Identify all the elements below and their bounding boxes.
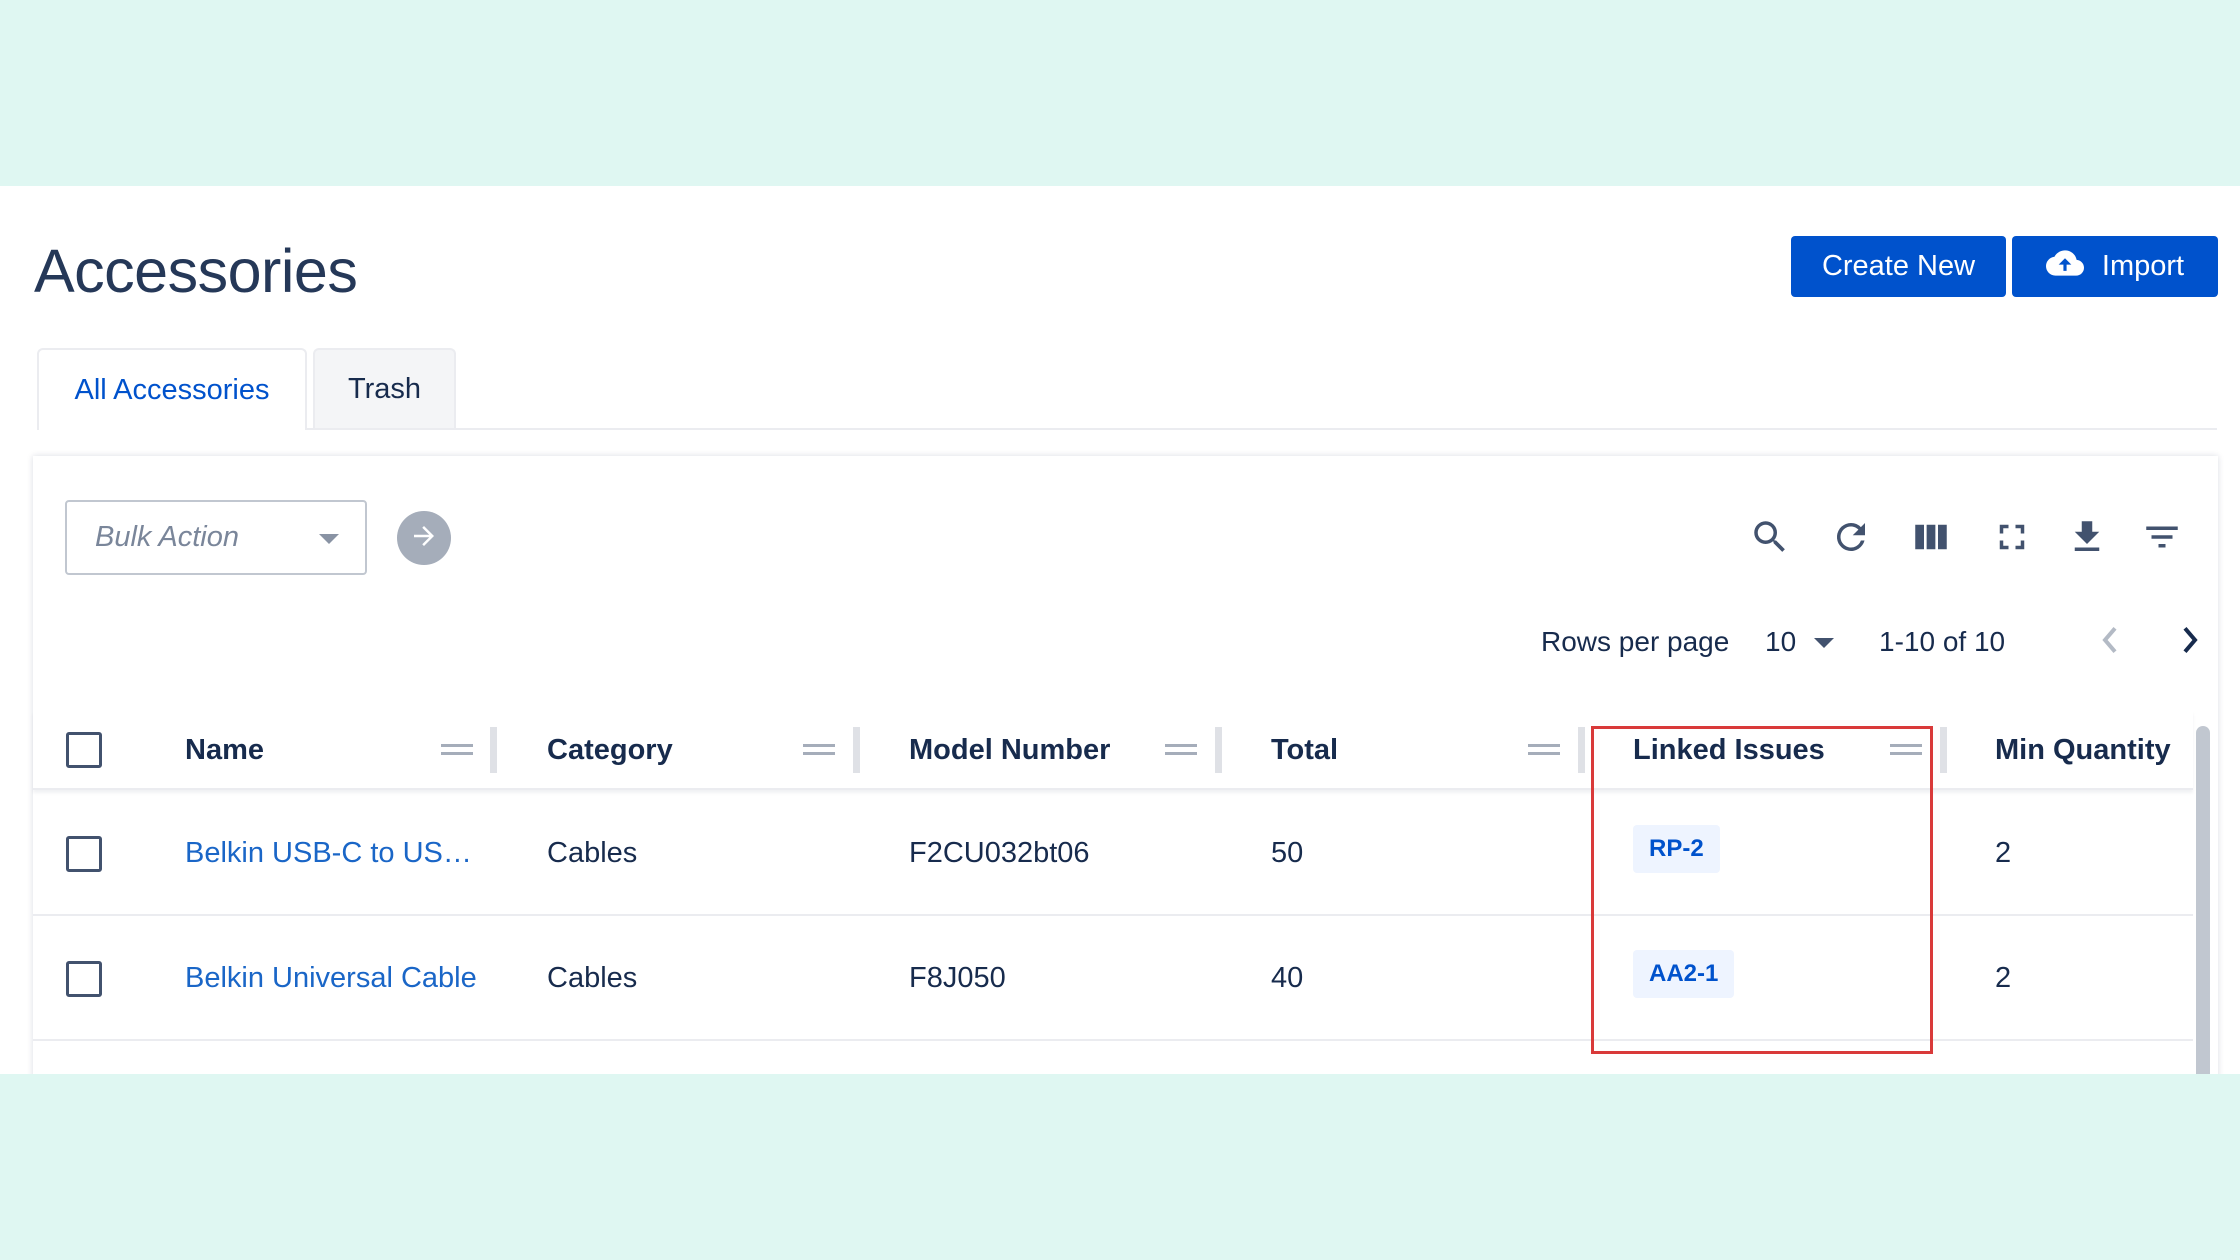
columns-icon[interactable] [1910, 516, 1952, 558]
create-new-label: Create New [1821, 250, 1976, 282]
download-icon[interactable] [2066, 516, 2108, 558]
drag-handle-icon[interactable] [441, 744, 473, 756]
table-card: Bulk Action Rows per page 10 1-10 of 10 … [33, 456, 2218, 1106]
bulk-action-placeholder: Bulk Action [95, 521, 239, 553]
accessory-name-link[interactable]: Belkin Universal Cable [185, 916, 477, 1041]
import-button[interactable]: Import [2012, 236, 2218, 297]
model-number-cell: F8J050 [909, 962, 1006, 994]
total-cell: 50 [1271, 837, 1304, 869]
cloud-upload-icon [2045, 244, 2084, 290]
row-checkbox[interactable] [66, 961, 102, 997]
column-resizer[interactable] [1215, 727, 1222, 773]
chevron-down-icon[interactable] [1814, 638, 1834, 648]
column-header-min-quantity[interactable]: Min Quantity [1995, 711, 2171, 790]
backdrop-bottom [0, 1074, 2240, 1260]
bulk-action-select[interactable]: Bulk Action [65, 500, 367, 575]
vertical-scrollbar[interactable] [2196, 726, 2210, 1106]
chevron-down-icon [319, 534, 339, 544]
tab-bar: All Accessories Trash [37, 348, 2217, 430]
page-title: Accessories [34, 237, 358, 305]
column-header-name[interactable]: Name [185, 711, 264, 790]
next-page-icon[interactable] [2170, 618, 2210, 662]
column-resizer[interactable] [490, 727, 497, 773]
column-header-category[interactable]: Category [547, 711, 673, 790]
search-icon[interactable] [1749, 516, 1791, 558]
drag-handle-icon[interactable] [1890, 744, 1922, 756]
drag-handle-icon[interactable] [1528, 744, 1560, 756]
linked-issues-cell: AA2-1 [1633, 916, 1735, 1032]
accessory-name-link[interactable]: Belkin USB-C to US… [185, 791, 472, 916]
issue-key-lozenge[interactable]: RP-2 [1633, 825, 1720, 873]
min-quantity-cell: 2 [1995, 837, 2012, 869]
table-row: Belkin Universal Cable Cables F8J050 40 … [33, 916, 2193, 1041]
tab-trash[interactable]: Trash [313, 348, 456, 428]
bulk-action-go-button[interactable] [397, 511, 451, 565]
create-new-button[interactable]: Create New [1791, 236, 2006, 297]
tab-all-accessories[interactable]: All Accessories [37, 348, 307, 430]
rows-per-page-label: Rows per page [1541, 626, 1730, 657]
previous-page-icon[interactable] [2090, 618, 2130, 662]
total-cell: 40 [1271, 962, 1304, 994]
select-all-checkbox[interactable] [66, 732, 102, 768]
fullscreen-icon[interactable] [1991, 516, 2033, 558]
linked-issues-cell: RP-2 [1633, 791, 1720, 907]
column-resizer[interactable] [1940, 727, 1947, 773]
issue-key-lozenge[interactable]: AA2-1 [1633, 950, 1735, 998]
arrow-right-icon [409, 521, 439, 556]
import-label: Import [2101, 250, 2185, 282]
column-resizer[interactable] [853, 727, 860, 773]
filter-icon[interactable] [2141, 516, 2183, 558]
refresh-icon[interactable] [1830, 516, 1872, 558]
column-resizer[interactable] [1578, 727, 1585, 773]
column-header-model-number[interactable]: Model Number [909, 711, 1110, 790]
model-number-cell: F2CU032bt06 [909, 837, 1090, 869]
category-cell: Cables [547, 837, 638, 869]
row-checkbox[interactable] [66, 836, 102, 872]
drag-handle-icon[interactable] [1165, 744, 1197, 756]
table-header: Name Category Model Number Total Linked … [33, 711, 2193, 790]
category-cell: Cables [547, 962, 638, 994]
column-header-linked-issues[interactable]: Linked Issues [1633, 711, 1825, 790]
table-row: Belkin USB-C to US… Cables F2CU032bt06 5… [33, 791, 2193, 916]
rows-per-page-select[interactable]: 10 [1765, 626, 1796, 658]
column-header-total[interactable]: Total [1271, 711, 1338, 790]
min-quantity-cell: 2 [1995, 962, 2012, 994]
drag-handle-icon[interactable] [803, 744, 835, 756]
pagination-range: 1-10 of 10 [1879, 626, 2006, 657]
